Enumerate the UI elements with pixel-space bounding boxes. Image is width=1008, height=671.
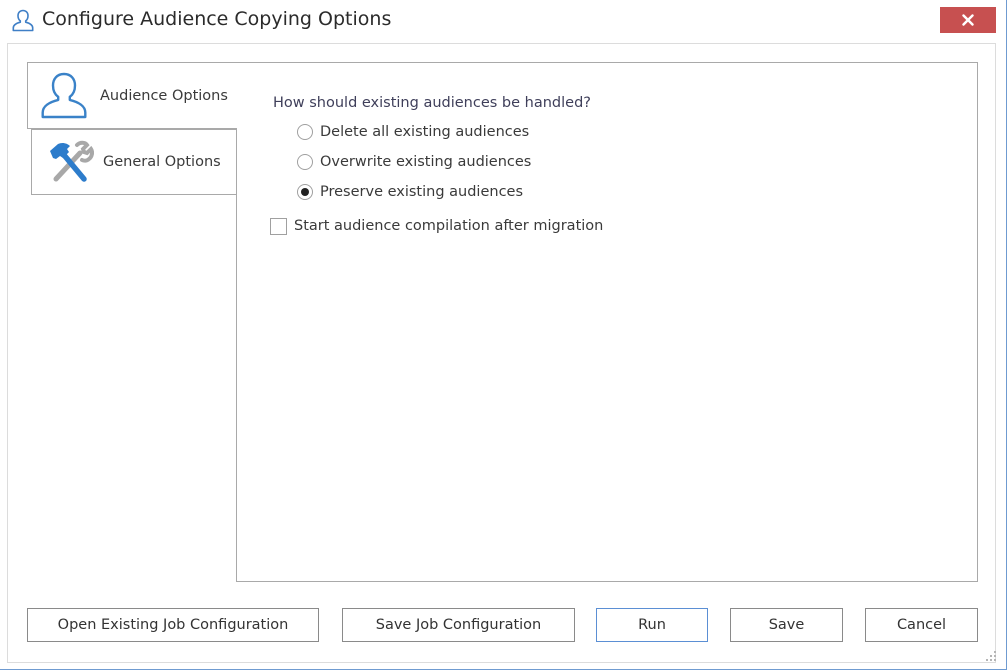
dialog-window: Configure Audience Copying Options Audie…	[0, 0, 1007, 670]
tab-audience-options[interactable]: Audience Options	[27, 62, 237, 129]
tab-label: Audience Options	[100, 88, 228, 104]
save-job-configuration-button[interactable]: Save Job Configuration	[342, 608, 575, 642]
title-bar: Configure Audience Copying Options	[0, 0, 1006, 42]
open-existing-job-configuration-button[interactable]: Open Existing Job Configuration	[27, 608, 319, 642]
radio-preserve[interactable]: Preserve existing audiences	[297, 182, 523, 202]
radio-delete-all[interactable]: Delete all existing audiences	[297, 122, 529, 142]
start-compilation-checkbox[interactable]	[270, 217, 287, 235]
cancel-button[interactable]: Cancel	[865, 608, 978, 642]
window-title: Configure Audience Copying Options	[42, 8, 392, 30]
checkbox-label: Start audience compilation after migrati…	[294, 218, 604, 234]
radio-button[interactable]	[297, 154, 313, 170]
close-icon	[962, 14, 974, 26]
tab-label: General Options	[103, 154, 221, 170]
radio-label: Preserve existing audiences	[320, 184, 524, 200]
user-outline-icon	[11, 8, 35, 34]
radio-label: Overwrite existing audiences	[320, 154, 532, 170]
radio-label: Delete all existing audiences	[320, 124, 530, 140]
tab-general-options[interactable]: General Options	[31, 129, 237, 195]
resize-grip-icon[interactable]	[984, 648, 998, 662]
user-outline-icon	[38, 70, 90, 122]
radio-overwrite[interactable]: Overwrite existing audiences	[297, 152, 531, 172]
save-button[interactable]: Save	[730, 608, 843, 642]
existing-audiences-question: How should existing audiences be handled…	[273, 95, 591, 111]
run-button[interactable]: Run	[596, 608, 708, 642]
hammer-wrench-icon	[44, 137, 95, 185]
start-compilation-checkbox-row[interactable]: Start audience compilation after migrati…	[270, 216, 603, 236]
radio-button[interactable]	[297, 124, 313, 140]
radio-button-selected[interactable]	[297, 184, 313, 200]
close-button[interactable]	[940, 7, 996, 33]
